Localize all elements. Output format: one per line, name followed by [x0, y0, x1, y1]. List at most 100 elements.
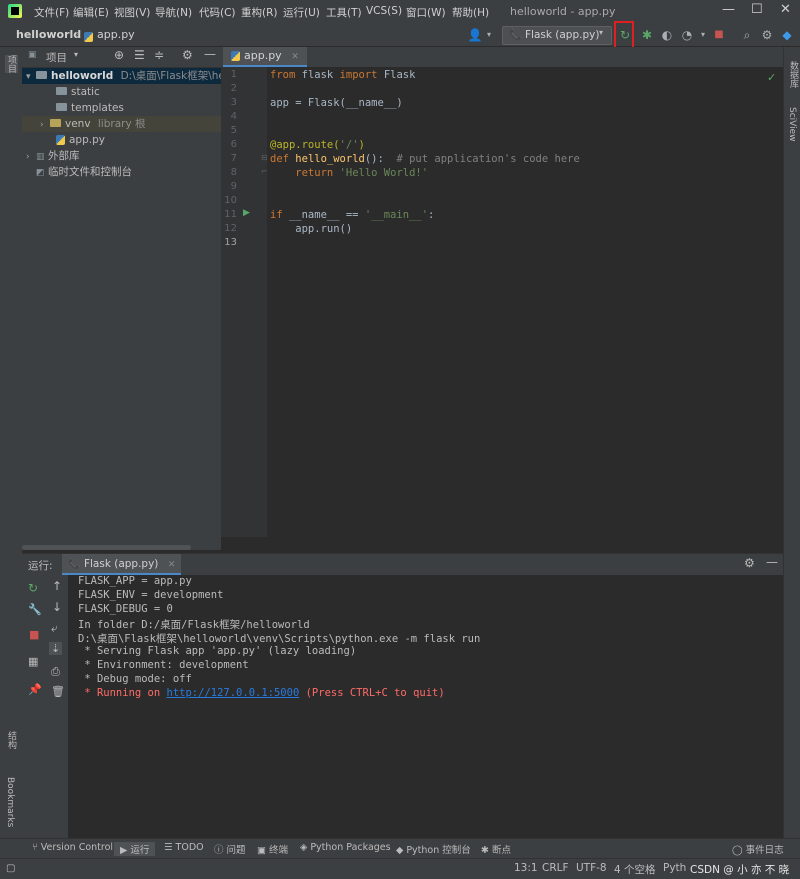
window-title: helloworld - app.py — [510, 5, 616, 18]
code-line-12: app.run() — [270, 223, 353, 235]
run-tab-flask[interactable]: 📞 Flask (app.py) ✕ — [62, 554, 182, 575]
tree-item-helloworld[interactable]: ▾ helloworld D:\桌面\Flask框架\hello — [22, 68, 237, 84]
locate-icon[interactable]: ⊕ — [114, 48, 124, 62]
debug-tab[interactable]: ✱ 断点 — [481, 842, 511, 856]
project-panel-header: ▣ 项目 ▾ ⊕ ☰ ≑ ⚙ — — [22, 47, 221, 68]
menu-file[interactable]: 文件(F) — [34, 5, 69, 20]
pin-icon[interactable]: 📌 — [28, 683, 42, 696]
run-config-selector[interactable]: 📞 Flask (app.py) ▾ — [502, 26, 612, 45]
project-tool-tab[interactable]: 项目 — [5, 55, 18, 73]
menu-bar: 文件(F) 编辑(E) 视图(V) 导航(N) 代码(C) 重构(R) 运行(U… — [0, 0, 800, 25]
line-separator[interactable]: CRLF — [542, 862, 569, 874]
arrow-up-icon[interactable]: ↑ — [52, 579, 62, 593]
search-icon[interactable]: ⌕ — [738, 26, 756, 44]
coverage-icon[interactable]: ◐ — [658, 26, 676, 44]
server-url-link[interactable]: http://127.0.0.1:5000 — [167, 687, 300, 699]
line-number: 10 — [224, 195, 237, 206]
expand-all-icon[interactable]: ☰ — [134, 48, 145, 62]
menu-navigate[interactable]: 导航(N) — [155, 5, 192, 20]
run-tool-tab[interactable]: ▶ 运行 — [114, 842, 156, 856]
gear-icon[interactable]: ⚙ — [744, 556, 755, 570]
tree-item-venv[interactable]: › venv library 根 — [22, 116, 221, 132]
collapse-all-icon[interactable]: ≑ — [154, 48, 164, 62]
editor-tabs: app.py ✕ — [221, 47, 783, 68]
menu-help[interactable]: 帮助(H) — [452, 5, 489, 20]
pycharm-logo-icon — [8, 4, 22, 18]
hide-icon[interactable]: — — [766, 555, 778, 569]
flask-icon: 📞 — [68, 559, 81, 570]
wrench-icon[interactable]: 🔧 — [28, 603, 42, 616]
folder-icon — [36, 71, 47, 79]
run-console[interactable]: FLASK_APP = app.py FLASK_ENV = developme… — [68, 575, 783, 858]
caret-position[interactable]: 13:1 — [514, 862, 538, 874]
project-panel-title[interactable]: 项目 — [46, 50, 67, 65]
python-console-tab[interactable]: ◆ Python 控制台 — [396, 842, 471, 856]
gear-icon[interactable]: ⚙ — [758, 26, 776, 44]
horizontal-scrollbar[interactable] — [22, 545, 191, 550]
menu-view[interactable]: 视图(V) — [114, 5, 150, 20]
menu-tools[interactable]: 工具(T) — [326, 5, 362, 20]
menu-window[interactable]: 窗口(W) — [406, 5, 446, 20]
breadcrumb-project[interactable]: helloworld — [16, 28, 81, 41]
menu-run[interactable]: 运行(U) — [283, 5, 320, 20]
menu-vcs[interactable]: VCS(S) — [366, 5, 402, 17]
interpreter-label[interactable]: Pyth — [663, 862, 686, 874]
close-tab-icon[interactable]: ✕ — [168, 560, 176, 570]
code-editor[interactable]: ✓ from flask import Flask app = Flask(__… — [267, 67, 783, 537]
tab-app-py[interactable]: app.py ✕ — [223, 47, 307, 67]
indent-setting[interactable]: 4 个空格 — [614, 862, 656, 877]
code-line-1: from flask import Flask — [270, 69, 416, 81]
terminal-tab[interactable]: ▣ 终端 — [257, 842, 288, 856]
layout-icon[interactable]: ▦ — [28, 655, 38, 668]
hide-icon[interactable]: — — [204, 47, 216, 61]
run-gutter-icon[interactable]: ▶ — [243, 208, 250, 218]
chevron-down-icon[interactable]: ▾ — [74, 50, 78, 59]
print-icon[interactable]: ⎙ — [51, 665, 60, 679]
soft-wrap-icon[interactable]: ⤶ — [51, 621, 58, 636]
event-log-tab[interactable]: ◯ 事件日志 — [732, 842, 784, 856]
file-encoding[interactable]: UTF-8 — [576, 862, 607, 874]
tree-item-scratches[interactable]: ◩ 临时文件和控制台 — [22, 164, 221, 180]
console-line: * Environment: development — [78, 659, 249, 671]
gear-icon[interactable]: ⚙ — [182, 48, 193, 62]
toggle-panels-icon[interactable]: ▢ — [6, 863, 15, 874]
console-line: FLASK_DEBUG = 0 — [78, 603, 173, 615]
inspection-ok-icon[interactable]: ✓ — [767, 71, 776, 84]
sciview-tool-tab[interactable]: SciView — [787, 107, 797, 142]
chevron-down-icon[interactable]: ▾ — [480, 26, 498, 44]
menu-refactor[interactable]: 重构(R) — [241, 5, 278, 20]
maximize-button[interactable]: ☐ — [751, 2, 763, 17]
version-control-tab[interactable]: ⑂ Version Control — [32, 842, 113, 853]
editor-gutter: 1 2 3 4 5 6 7 8 9 10 11 12 13 ▶ ⊟ ⌐ — [221, 67, 268, 537]
jetbrains-toolbox-icon[interactable]: ◆ — [778, 26, 796, 44]
scroll-to-end-icon[interactable]: ⇣ — [49, 642, 63, 655]
run-config-label: Flask (app.py) — [525, 29, 600, 41]
python-packages-tab[interactable]: ◈ Python Packages — [300, 842, 391, 853]
minimize-button[interactable]: — — [722, 2, 735, 17]
folder-icon — [50, 119, 61, 127]
todo-tab[interactable]: ☰ TODO — [164, 842, 204, 853]
menu-edit[interactable]: 编辑(E) — [73, 5, 109, 20]
tree-item-static[interactable]: static — [22, 84, 221, 100]
problems-tab[interactable]: ⓘ 问题 — [214, 842, 246, 856]
structure-tool-tab[interactable]: 结构 — [5, 731, 18, 749]
arrow-down-icon[interactable]: ↓ — [52, 600, 62, 614]
status-bar: ▢ 13:1 CRLF UTF-8 4 个空格 Pyth CSDN @ 小 亦 … — [0, 858, 800, 879]
close-button[interactable]: ✕ — [780, 2, 791, 17]
debug-icon[interactable]: ✱ — [638, 26, 656, 44]
menu-code[interactable]: 代码(C) — [199, 5, 236, 20]
python-file-icon — [56, 135, 65, 145]
database-tool-tab[interactable]: 数据库 — [787, 61, 800, 88]
bookmarks-tool-tab[interactable]: Bookmarks — [5, 777, 15, 827]
close-tab-icon[interactable]: ✕ — [291, 52, 299, 62]
trash-icon[interactable]: 🗑 — [51, 685, 65, 698]
rerun-icon[interactable]: ↻ — [28, 581, 38, 595]
line-number: 1 — [230, 69, 237, 80]
stop-icon[interactable]: ■ — [29, 628, 39, 641]
console-line: * Debug mode: off — [78, 673, 192, 685]
tree-item-templates[interactable]: templates — [22, 100, 221, 116]
breadcrumb-file[interactable]: app.py — [97, 28, 135, 41]
stop-icon[interactable]: ■ — [710, 26, 728, 44]
tree-item-app-py[interactable]: app.py — [22, 132, 221, 148]
tree-item-external-libraries[interactable]: › ▥ 外部库 — [22, 148, 221, 164]
